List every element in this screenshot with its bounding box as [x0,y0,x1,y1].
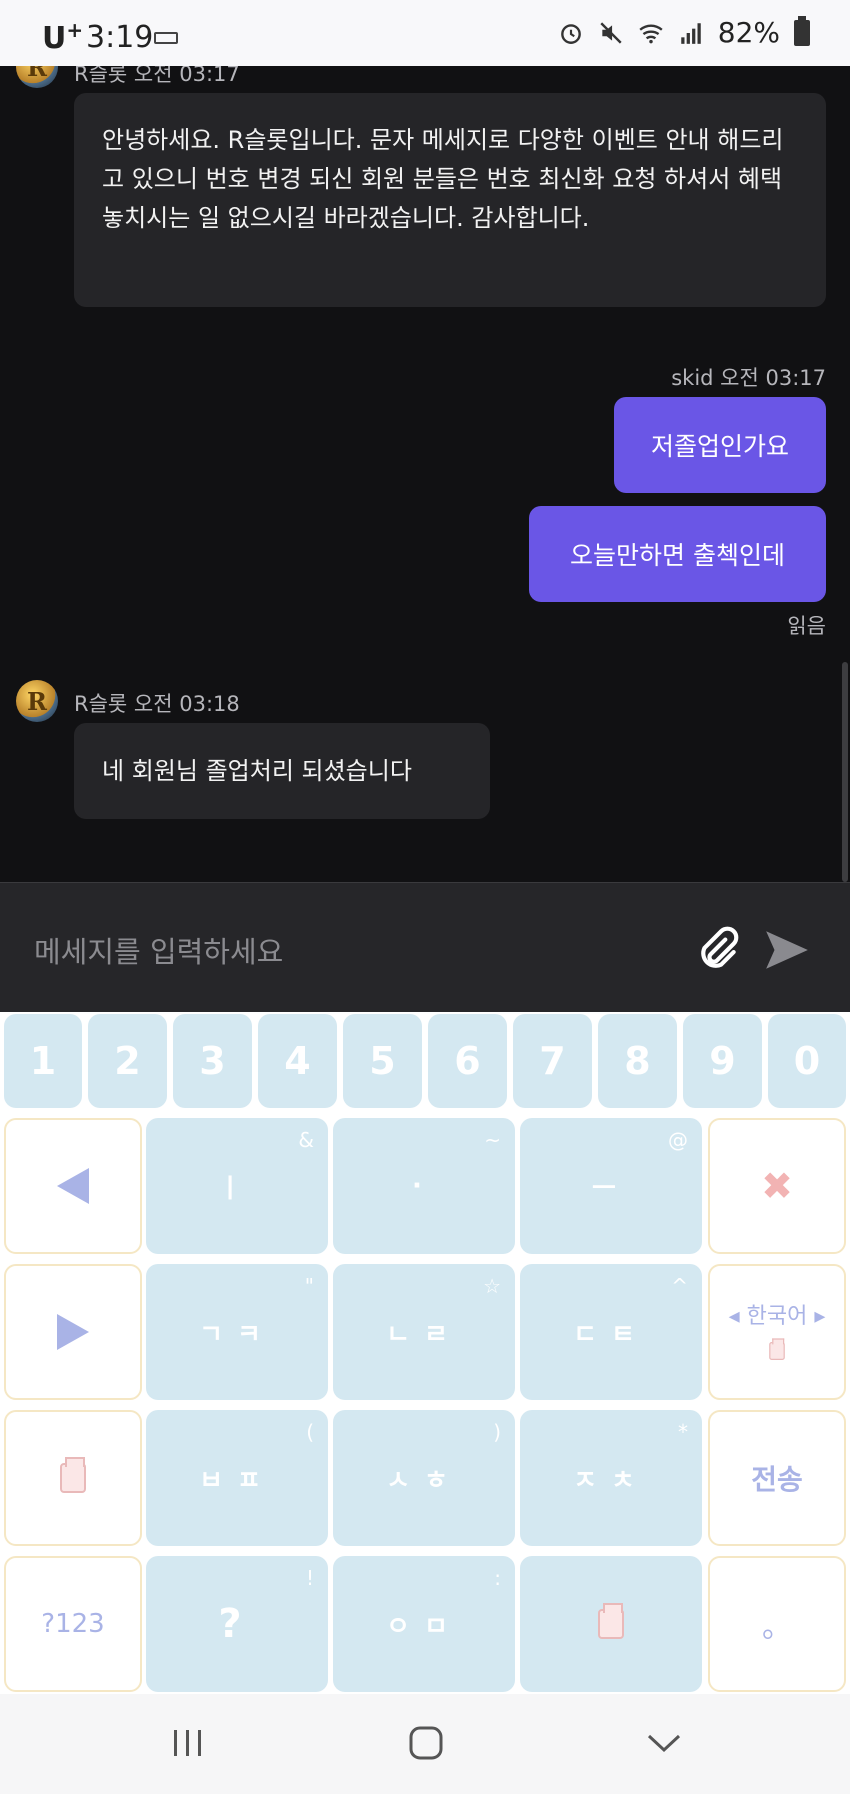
sender-meta: skid 오전 03:17 [671,366,826,390]
hide-keyboard-icon[interactable] [634,1718,694,1768]
alarm-icon [560,23,581,44]
language-label: ◂ 한국어 ▸ [728,1304,826,1329]
key-siot[interactable]: ㅅㅎ) [333,1410,515,1546]
key-vowel-eu[interactable]: ㅡ @ [520,1118,702,1254]
send-arrow-icon[interactable] [760,925,814,975]
key-0[interactable]: 0 [768,1014,846,1108]
clock: 3:19 [86,20,154,55]
symbols-key[interactable]: ?123 [4,1556,142,1692]
arrow-left-icon [57,1168,89,1204]
key-jieut[interactable]: ㅈㅊ * [520,1410,702,1546]
sticker-key[interactable] [4,1410,142,1546]
key-digeut[interactable]: ㄷㅌ ^ [520,1264,702,1400]
keyboard: 1 2 3 4 5 6 7 8 9 0 ㅣ & · ~ ㅡ @ ✖ ㄱㅋ " ㄴㄹ ☆ ㄷ… [0,1012,850,1694]
period-key[interactable]: 。 [708,1556,846,1692]
status-icons: 82% [558,15,810,49]
outgoing-message[interactable]: 오늘만하면 출첵인데 [529,506,826,602]
send-key[interactable]: 전송 [708,1410,846,1546]
home-icon[interactable] [396,1718,456,1768]
status-bar: U+ 3:19 82% [0,0,850,66]
outgoing-message[interactable]: 저졸업인가요 [614,397,826,493]
key-6[interactable]: 6 [428,1014,507,1108]
arrow-right-icon [57,1314,89,1350]
signal-icon [681,22,701,44]
key-7[interactable]: 7 [513,1014,592,1108]
avatar[interactable]: R [16,66,58,88]
sender-meta: R슬롯 오전 03:18 [74,692,240,716]
backspace-key[interactable]: ✖ [708,1118,846,1254]
key-4[interactable]: 4 [258,1014,337,1108]
chat-area[interactable]: R R슬롯 오전 03:17 안녕하세요. R슬롯입니다. 문자 메세지로 다양… [0,66,850,882]
navigation-bar [0,1694,850,1794]
milk-carton-icon [598,1603,624,1639]
key-vowel-i[interactable]: ㅣ & [146,1118,328,1254]
key-ieung[interactable]: ㅇㅁ: [333,1556,515,1692]
cursor-right-key[interactable] [4,1264,142,1400]
paperclip-icon[interactable] [692,925,742,975]
read-receipt: 읽음 [787,614,826,638]
message-input-bar: 메세지를 입력하세요 [0,882,850,1012]
key-1[interactable]: 1 [4,1014,82,1108]
space-key[interactable] [520,1556,702,1692]
wifi-icon [639,24,663,43]
key-nieun[interactable]: ㄴㄹ ☆ [333,1264,515,1400]
carrier-label: U+ [42,18,84,56]
battery-icon [794,15,810,46]
mute-icon [600,21,622,44]
key-vowel-dot[interactable]: · ~ [333,1118,515,1254]
avatar[interactable]: R [16,680,58,722]
key-8[interactable]: 8 [598,1014,677,1108]
key-giyeok[interactable]: ㄱㅋ " [146,1264,328,1400]
key-9[interactable]: 9 [683,1014,762,1108]
keyboard-indicator-icon [154,32,178,44]
incoming-message[interactable]: 안녕하세요. R슬롯입니다. 문자 메세지로 다양한 이벤트 안내 해드리고 있… [74,93,826,307]
battery-percent: 82% [717,16,780,49]
sender-meta: R슬롯 오전 03:17 [74,66,240,86]
cursor-left-key[interactable] [4,1118,142,1254]
delete-x-icon: ✖ [761,1164,793,1208]
key-bieup[interactable]: ㅂㅍ( [146,1410,328,1546]
milk-carton-icon [769,1338,785,1360]
incoming-message[interactable]: 네 회원님 졸업처리 되셨습니다 [74,723,490,819]
milk-carton-icon [60,1457,86,1493]
key-3[interactable]: 3 [173,1014,252,1108]
key-5[interactable]: 5 [343,1014,422,1108]
language-key[interactable]: ◂ 한국어 ▸ [708,1264,846,1400]
key-2[interactable]: 2 [88,1014,167,1108]
key-question[interactable]: ?! [146,1556,328,1692]
message-input[interactable]: 메세지를 입력하세요 [34,929,283,971]
recents-icon[interactable] [158,1718,218,1768]
scrollbar[interactable] [842,662,848,882]
